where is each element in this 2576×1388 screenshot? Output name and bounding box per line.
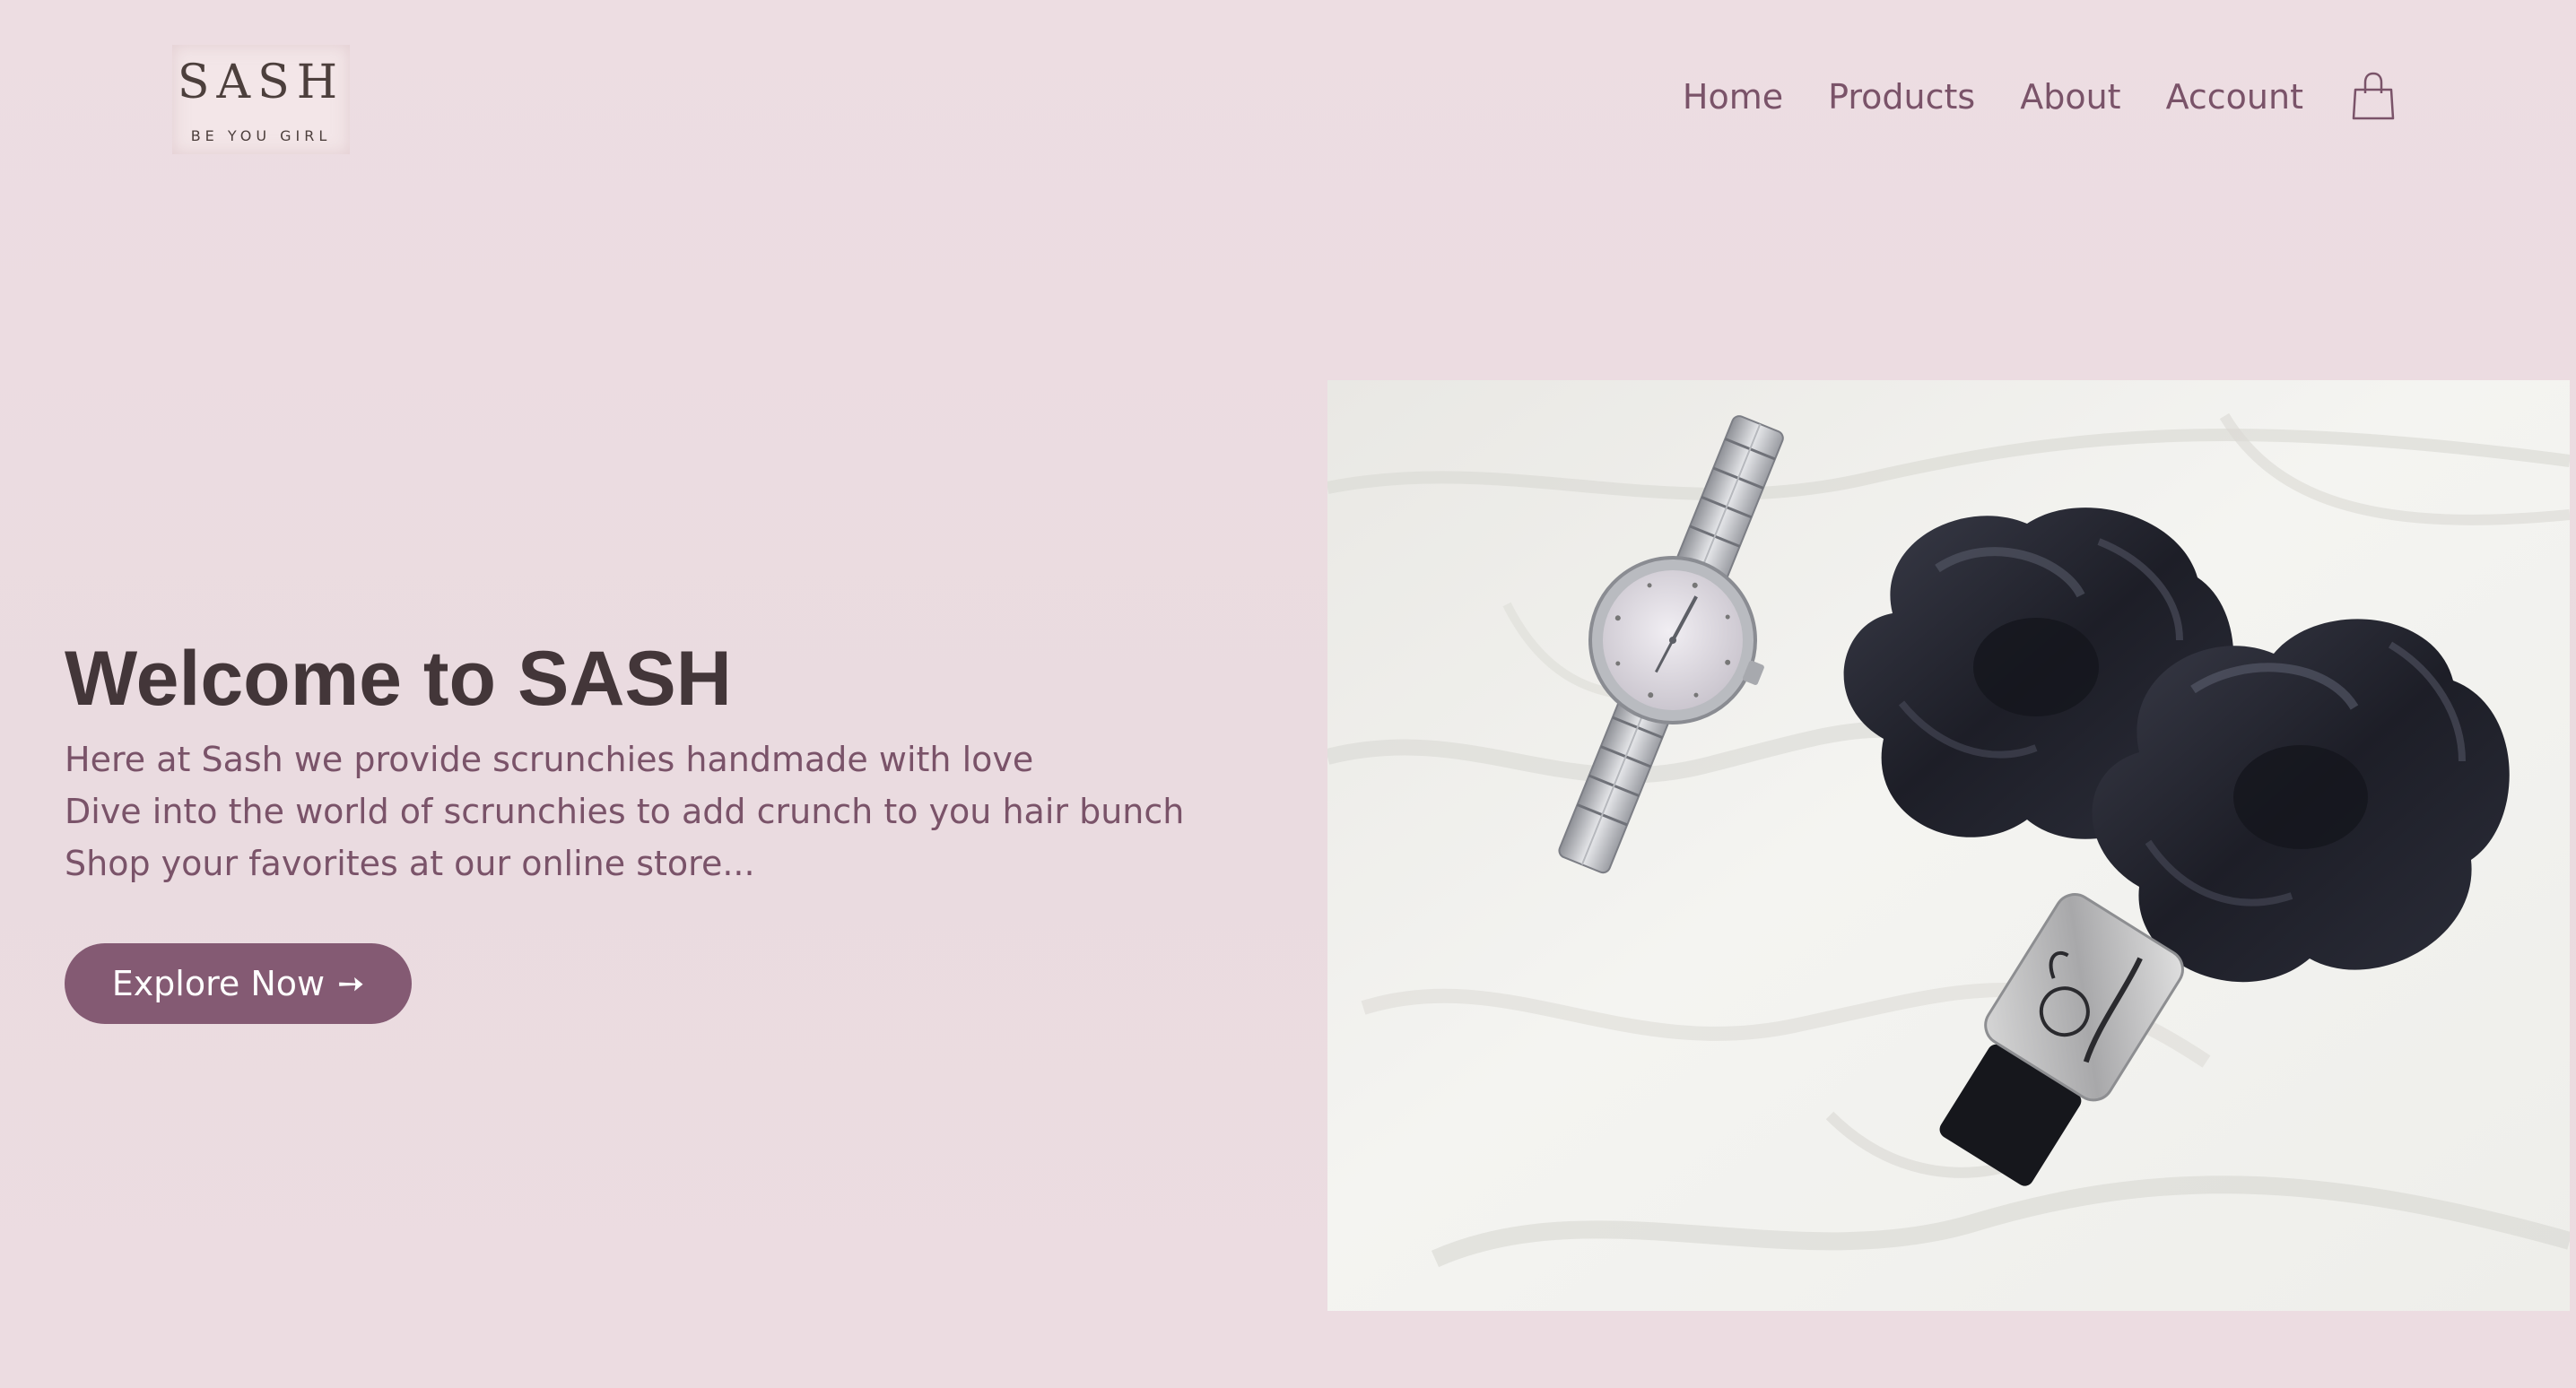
explore-now-button[interactable]: Explore Now ➙: [65, 943, 412, 1024]
nav-account[interactable]: Account: [2166, 77, 2303, 117]
shopping-bag-icon[interactable]: [2352, 72, 2395, 122]
hero-line-3: Shop your favorites at our online store.…: [65, 844, 755, 883]
hero-product-photo: [1327, 380, 2570, 1311]
nav-about[interactable]: About: [2020, 77, 2120, 117]
hero-description: Here at Sash we provide scrunchies handm…: [65, 733, 1184, 889]
nav-products[interactable]: Products: [1828, 77, 1975, 117]
main-nav: Home Products About Account: [1683, 72, 2395, 122]
page: SASH BE YOU GIRL Home Products About Acc…: [0, 0, 2576, 1388]
logo[interactable]: SASH BE YOU GIRL: [172, 45, 350, 154]
arrow-right-icon: ➙: [337, 965, 365, 1002]
hero-title: Welcome to SASH: [65, 636, 732, 722]
hero-line-2: Dive into the world of scrunchies to add…: [65, 792, 1185, 831]
logo-tagline: BE YOU GIRL: [190, 127, 332, 144]
logo-wordmark: SASH: [177, 56, 345, 109]
explore-now-label: Explore Now: [111, 964, 326, 1003]
hero-line-1: Here at Sash we provide scrunchies handm…: [65, 740, 1034, 779]
nav-home[interactable]: Home: [1683, 77, 1783, 117]
